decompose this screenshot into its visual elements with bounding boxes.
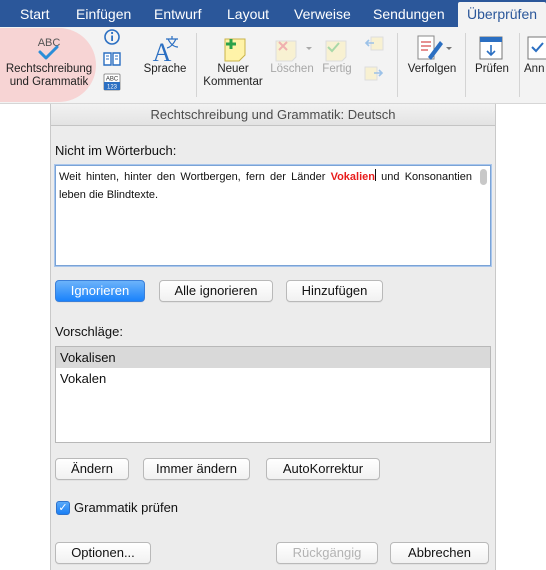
accept-change-button[interactable]: Ann — [524, 33, 546, 76]
ignore-button[interactable]: Ignorieren — [55, 280, 145, 302]
grammar-checkbox-label[interactable]: Grammatik prüfen — [74, 500, 178, 515]
options-button[interactable]: Optionen... — [55, 542, 151, 564]
new-comment-label-line2: Kommentar — [203, 76, 263, 88]
dialog-title: Rechtschreibung und Grammatik: Deutsch — [51, 104, 495, 126]
spelling-grammar-button[interactable]: ABC Rechtschreibung und Grammatik — [0, 33, 98, 89]
context-text-before: Weit hinten, hinter den Wortbergen, fern… — [59, 171, 331, 183]
previous-comment-icon[interactable] — [364, 35, 384, 53]
context-text-field[interactable]: Weit hinten, hinter den Wortbergen, fern… — [55, 165, 491, 266]
spelling-check-icon: ABC — [0, 33, 98, 63]
svg-text:123: 123 — [107, 85, 118, 91]
new-comment-icon — [201, 33, 265, 63]
language-label: Sprache — [143, 63, 187, 75]
word-count-icon[interactable]: ABC 123 — [103, 73, 121, 91]
ribbon-separator — [397, 33, 398, 97]
spelling-dialog: Rechtschreibung und Grammatik: Deutsch N… — [50, 104, 496, 570]
spelling-label-line1: Rechtschreibung — [5, 63, 93, 75]
review-pane-icon — [470, 33, 514, 63]
suggestion-item[interactable]: Vokalen — [56, 368, 490, 389]
spelling-label-line2: und Grammatik — [9, 76, 89, 88]
review-pane-button[interactable]: Prüfen — [470, 33, 514, 76]
tab-sendungen[interactable]: Sendungen — [373, 0, 445, 27]
tab-layout[interactable]: Layout — [227, 0, 269, 27]
change-all-button[interactable]: Immer ändern — [143, 458, 250, 480]
suggestion-item[interactable]: Vokalisen — [56, 347, 490, 368]
delete-comment-button[interactable]: Löschen — [266, 33, 318, 76]
suggestions-label: Vorschläge: — [55, 324, 123, 339]
tab-ueberpruefen[interactable]: Überprüfen — [458, 2, 546, 27]
checkmark-icon: ✓ — [58, 502, 68, 514]
review-pane-label: Prüfen — [475, 63, 509, 75]
ribbon-separator — [196, 33, 197, 97]
done-comment-button[interactable]: Fertig — [318, 33, 356, 76]
cancel-button[interactable]: Abbrechen — [390, 542, 489, 564]
ribbon-toolbar: ABC Rechtschreibung und Grammatik ABC 123… — [0, 27, 546, 104]
language-icon: A — [138, 33, 192, 67]
tab-einfuegen[interactable]: Einfügen — [76, 0, 131, 27]
language-button[interactable]: A Sprache — [138, 33, 192, 76]
suggestions-list[interactable]: Vokalisen Vokalen — [55, 346, 491, 443]
next-comment-icon[interactable] — [364, 65, 384, 83]
new-comment-label-line1: Neuer — [217, 63, 249, 75]
done-comment-icon — [318, 33, 356, 63]
grammar-checkbox[interactable]: ✓ — [56, 501, 70, 515]
tab-entwurf[interactable]: Entwurf — [154, 0, 201, 27]
not-in-dictionary-label: Nicht im Wörterbuch: — [55, 143, 177, 158]
svg-text:ABC: ABC — [106, 77, 119, 83]
accept-change-label: Ann — [524, 63, 545, 75]
undo-button[interactable]: Rückgängig — [276, 542, 378, 564]
track-changes-label: Verfolgen — [407, 63, 457, 75]
ignore-all-button[interactable]: Alle ignorieren — [159, 280, 273, 302]
misspelled-word: Vokalien — [330, 171, 375, 183]
delete-comment-icon — [266, 33, 318, 63]
track-changes-icon — [402, 33, 462, 63]
delete-comment-label: Löschen — [270, 63, 314, 75]
thesaurus-book-icon[interactable] — [102, 51, 122, 67]
svg-text:A: A — [153, 38, 172, 63]
tab-start[interactable]: Start — [20, 0, 50, 27]
add-to-dictionary-button[interactable]: Hinzufügen — [286, 280, 383, 302]
ribbon-separator — [465, 33, 466, 97]
tab-verweise[interactable]: Verweise — [294, 0, 351, 27]
ribbon-tab-bar: Start Einfügen Entwurf Layout Verweise S… — [0, 0, 546, 27]
new-comment-button[interactable]: Neuer Kommentar — [201, 33, 265, 89]
track-changes-button[interactable]: Verfolgen — [402, 33, 462, 76]
info-icon[interactable] — [103, 28, 121, 46]
done-comment-label: Fertig — [322, 63, 352, 75]
text-scrollbar[interactable] — [480, 169, 487, 185]
accept-change-icon — [524, 33, 546, 63]
change-button[interactable]: Ändern — [55, 458, 129, 480]
autocorrect-button[interactable]: AutoKorrektur — [266, 458, 380, 480]
ribbon-separator — [519, 33, 520, 97]
